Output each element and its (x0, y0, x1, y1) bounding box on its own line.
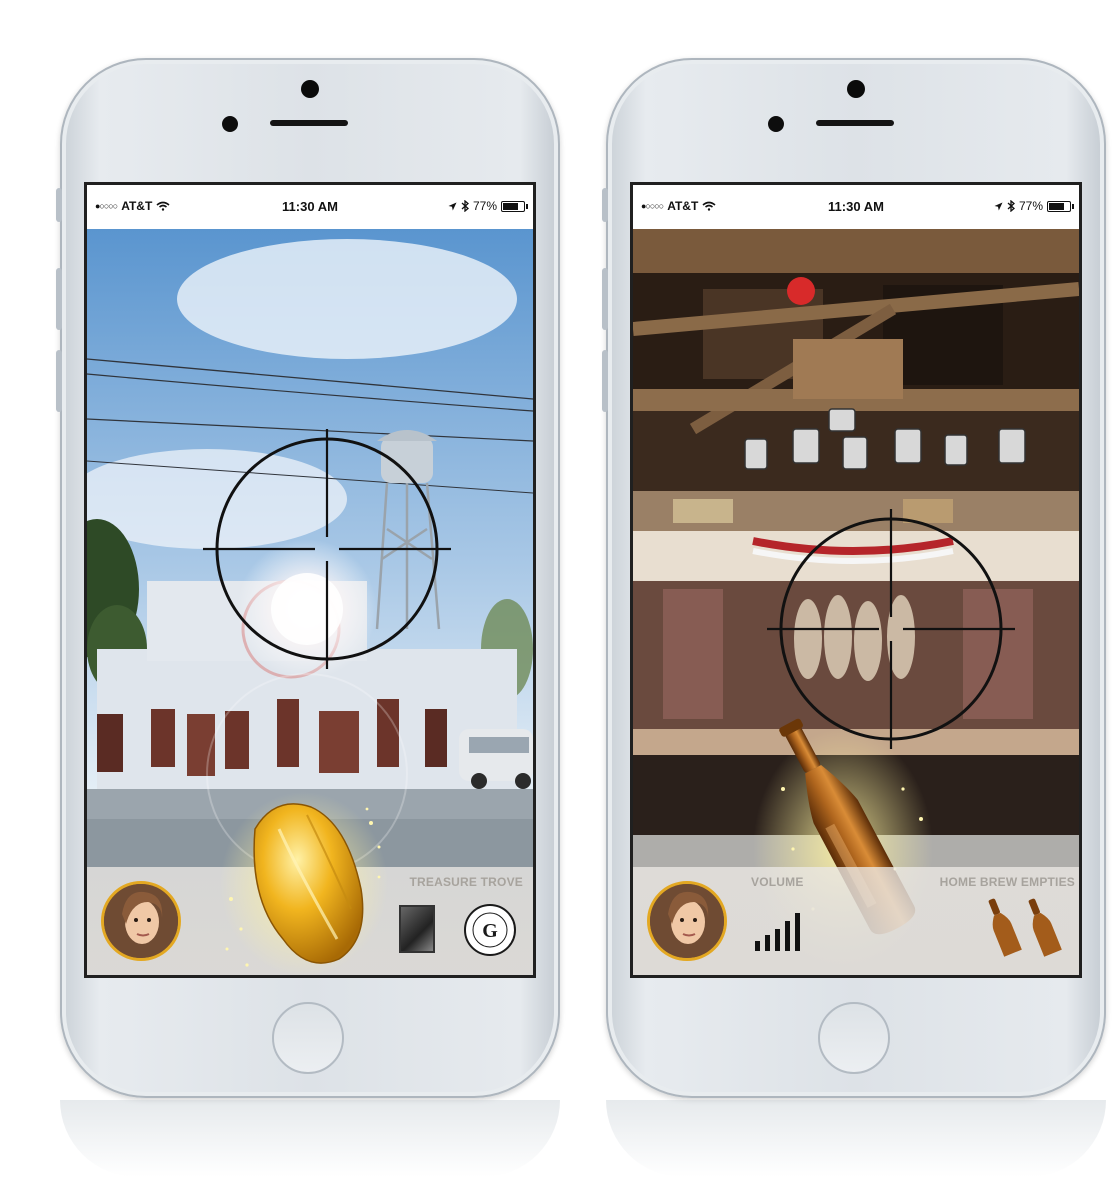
status-bar: ●○○○○ AT&T 11:30 AM 77% (87, 185, 533, 229)
treasure-trove-label: TREASURE TROVE (409, 875, 523, 889)
home-brew-empties-label: HOME BREW EMPTIES (939, 875, 1075, 889)
avatar-portrait (650, 884, 724, 958)
screen: ●○○○○ AT&T 11:30 AM 77% (84, 182, 536, 978)
player-avatar[interactable] (647, 881, 727, 961)
battery-percent: 77% (1018, 199, 1043, 213)
volume-up-button (602, 268, 608, 330)
gold-nugget-item[interactable] (219, 789, 389, 975)
location-arrow-icon (448, 202, 457, 211)
battery-icon (501, 200, 528, 212)
volume-down-button (602, 350, 608, 412)
volume-up-button (56, 268, 62, 330)
avatar-portrait (104, 884, 178, 958)
svg-text:G: G (482, 920, 498, 942)
home-button[interactable] (272, 1002, 344, 1074)
camera-view[interactable]: TREASURE TROVE G (87, 229, 533, 975)
dance-hall-badge-icon[interactable]: G (463, 903, 517, 957)
empty-bottles-icon[interactable] (981, 895, 1067, 959)
front-camera-icon (301, 80, 319, 98)
location-arrow-icon (994, 202, 1003, 211)
treasure-photo-thumbnail[interactable] (399, 905, 435, 953)
mute-switch (56, 188, 62, 222)
status-bar: ●○○○○ AT&T 11:30 AM 77% (633, 185, 1079, 229)
crosshair-reticle (203, 429, 451, 669)
front-camera-icon (847, 80, 865, 98)
van (459, 729, 533, 789)
earpiece-speaker (816, 120, 894, 126)
volume-down-button (56, 350, 62, 412)
proximity-sensor (222, 116, 238, 132)
screen: ●○○○○ AT&T 11:30 AM 77% (630, 182, 1082, 978)
earpiece-speaker (270, 120, 348, 126)
proximity-sensor (768, 116, 784, 132)
player-avatar[interactable] (101, 881, 181, 961)
bluetooth-icon (1007, 200, 1015, 212)
volume-bars-icon[interactable] (753, 913, 815, 953)
home-button[interactable] (818, 1002, 890, 1074)
battery-icon (1047, 200, 1074, 212)
crosshair-reticle (767, 509, 1015, 749)
phone-right: ●○○○○ AT&T 11:30 AM 77% VOLUME HOME BREW… (602, 58, 1106, 1098)
bluetooth-icon (461, 200, 469, 212)
phone-right-reflection (606, 1100, 1106, 1177)
battery-percent: 77% (472, 199, 497, 213)
volume-label: VOLUME (751, 875, 804, 889)
camera-view[interactable]: VOLUME HOME BREW EMPTIES (633, 229, 1079, 975)
phone-left-reflection (60, 1100, 560, 1177)
phone-left: ●○○○○ AT&T 11:30 AM 77% TREASURE TROVE G (56, 58, 560, 1098)
mute-switch (602, 188, 608, 222)
